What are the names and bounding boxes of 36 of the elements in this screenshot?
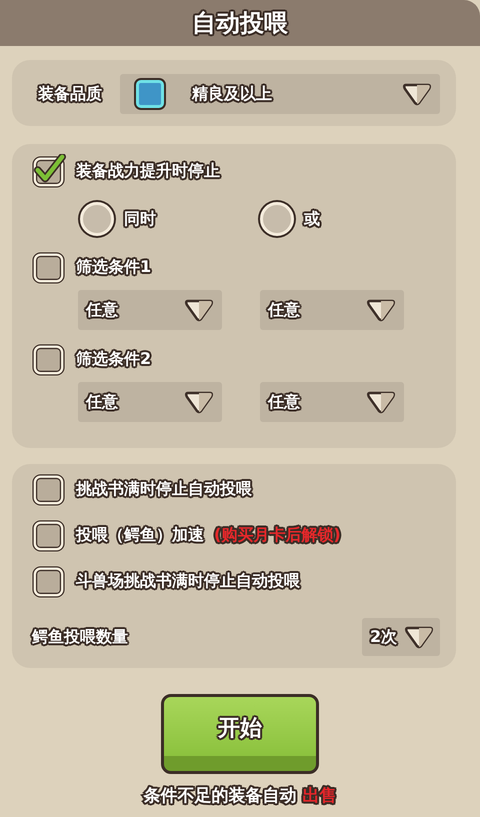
option-label: 投喂（鳄鱼）加速 xyxy=(76,524,204,546)
unlock-note: (购买月卡后解锁) xyxy=(214,524,341,546)
checkbox[interactable] xyxy=(32,472,66,506)
radio-button[interactable] xyxy=(260,202,294,236)
filter-dropdown[interactable]: 任意 xyxy=(78,290,222,330)
caret-icon xyxy=(402,82,432,106)
start-button[interactable]: 开始 xyxy=(161,694,319,774)
checkbox[interactable] xyxy=(32,564,66,598)
caret-icon xyxy=(184,390,214,414)
filter-dropdown[interactable]: 任意 xyxy=(260,290,404,330)
window-title: 自动投喂 xyxy=(192,8,288,39)
radio-label: 同时 xyxy=(124,208,156,230)
filter-dropdown[interactable]: 任意 xyxy=(260,382,404,422)
feed-count-label: 鳄鱼投喂数量 xyxy=(32,626,128,648)
checkbox[interactable] xyxy=(32,250,66,284)
filter-label: 筛选条件2 xyxy=(76,348,152,370)
caret-icon xyxy=(366,390,396,414)
option-label: 挑战书满时停止自动投喂 xyxy=(76,478,252,500)
quality-swatch-icon xyxy=(136,80,164,108)
checkbox[interactable] xyxy=(32,154,66,188)
feed-count-dropdown[interactable]: 2次 xyxy=(362,618,440,656)
radio-button[interactable] xyxy=(80,202,114,236)
option-label: 装备战力提升时停止 xyxy=(76,160,220,182)
sell-link[interactable]: 出售 xyxy=(302,784,336,807)
quality-dropdown[interactable]: 精良及以上 xyxy=(120,74,440,114)
filter-dropdown[interactable]: 任意 xyxy=(78,382,222,422)
caret-icon xyxy=(184,298,214,322)
option-label: 斗兽场挑战书满时停止自动投喂 xyxy=(76,570,300,592)
caret-icon xyxy=(366,298,396,322)
checkbox[interactable] xyxy=(32,518,66,552)
filter-label: 筛选条件1 xyxy=(76,256,152,278)
footer-text: 条件不足的装备自动 xyxy=(144,785,296,807)
quality-label: 装备品质 xyxy=(38,84,102,104)
caret-icon xyxy=(404,625,434,649)
checkbox[interactable] xyxy=(32,342,66,376)
radio-label: 或 xyxy=(304,208,320,230)
